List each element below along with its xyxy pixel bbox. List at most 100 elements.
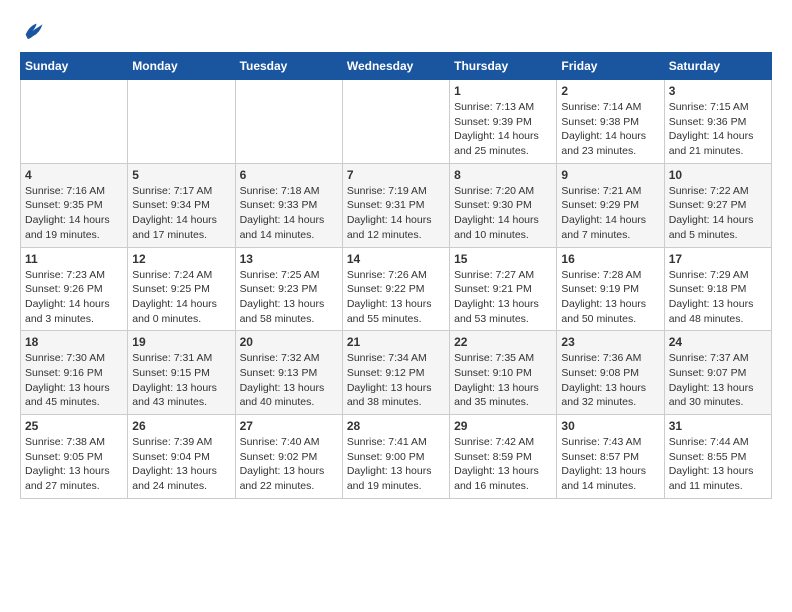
day-number: 26 — [132, 419, 230, 433]
day-number: 15 — [454, 252, 552, 266]
day-number: 23 — [561, 335, 659, 349]
calendar-cell: 1 Sunrise: 7:13 AMSunset: 9:39 PMDaylight… — [450, 80, 557, 164]
day-number: 31 — [669, 419, 767, 433]
week-row-3: 11 Sunrise: 7:23 AMSunset: 9:26 PMDayligh… — [21, 247, 772, 331]
day-number: 17 — [669, 252, 767, 266]
day-info: Sunrise: 7:31 AMSunset: 9:15 PMDaylight:… — [132, 351, 230, 410]
day-number: 10 — [669, 168, 767, 182]
column-header-saturday: Saturday — [664, 53, 771, 80]
day-info: Sunrise: 7:39 AMSunset: 9:04 PMDaylight:… — [132, 435, 230, 494]
column-header-tuesday: Tuesday — [235, 53, 342, 80]
day-info: Sunrise: 7:37 AMSunset: 9:07 PMDaylight:… — [669, 351, 767, 410]
logo — [20, 20, 44, 42]
calendar-cell: 22 Sunrise: 7:35 AMSunset: 9:10 PMDayligh… — [450, 331, 557, 415]
day-number: 11 — [25, 252, 123, 266]
day-info: Sunrise: 7:22 AMSunset: 9:27 PMDaylight:… — [669, 184, 767, 243]
day-number: 28 — [347, 419, 445, 433]
day-info: Sunrise: 7:15 AMSunset: 9:36 PMDaylight:… — [669, 100, 767, 159]
day-number: 24 — [669, 335, 767, 349]
day-number: 6 — [240, 168, 338, 182]
day-number: 2 — [561, 84, 659, 98]
day-info: Sunrise: 7:36 AMSunset: 9:08 PMDaylight:… — [561, 351, 659, 410]
calendar-cell: 13 Sunrise: 7:25 AMSunset: 9:23 PMDayligh… — [235, 247, 342, 331]
day-info: Sunrise: 7:34 AMSunset: 9:12 PMDaylight:… — [347, 351, 445, 410]
day-number: 29 — [454, 419, 552, 433]
day-info: Sunrise: 7:42 AMSunset: 8:59 PMDaylight:… — [454, 435, 552, 494]
day-number: 25 — [25, 419, 123, 433]
header — [20, 20, 772, 42]
day-info: Sunrise: 7:41 AMSunset: 9:00 PMDaylight:… — [347, 435, 445, 494]
week-row-2: 4Sunrise: 7:16 AMSunset: 9:35 PMDaylight… — [21, 163, 772, 247]
column-header-wednesday: Wednesday — [342, 53, 449, 80]
day-info: Sunrise: 7:18 AMSunset: 9:33 PMDaylight:… — [240, 184, 338, 243]
day-number: 1 — [454, 84, 552, 98]
column-header-monday: Monday — [128, 53, 235, 80]
calendar-cell: 26 Sunrise: 7:39 AMSunset: 9:04 PMDayligh… — [128, 415, 235, 499]
day-number: 13 — [240, 252, 338, 266]
calendar-cell: 10 Sunrise: 7:22 AMSunset: 9:27 PMDayligh… — [664, 163, 771, 247]
week-row-1: 1 Sunrise: 7:13 AMSunset: 9:39 PMDaylight… — [21, 80, 772, 164]
calendar-cell: 23 Sunrise: 7:36 AMSunset: 9:08 PMDayligh… — [557, 331, 664, 415]
day-number: 22 — [454, 335, 552, 349]
calendar-cell: 27Sunrise: 7:40 AMSunset: 9:02 PMDayligh… — [235, 415, 342, 499]
day-info: Sunrise: 7:43 AMSunset: 8:57 PMDaylight:… — [561, 435, 659, 494]
logo-bird-icon — [22, 20, 44, 42]
calendar-cell: 16 Sunrise: 7:28 AMSunset: 9:19 PMDayligh… — [557, 247, 664, 331]
day-info: Sunrise: 7:29 AMSunset: 9:18 PMDaylight:… — [669, 268, 767, 327]
calendar-cell: 30 Sunrise: 7:43 AMSunset: 8:57 PMDayligh… — [557, 415, 664, 499]
day-number: 14 — [347, 252, 445, 266]
calendar-cell: 18Sunrise: 7:30 AMSunset: 9:16 PMDayligh… — [21, 331, 128, 415]
column-header-friday: Friday — [557, 53, 664, 80]
day-info: Sunrise: 7:20 AMSunset: 9:30 PMDaylight:… — [454, 184, 552, 243]
week-row-4: 18Sunrise: 7:30 AMSunset: 9:16 PMDayligh… — [21, 331, 772, 415]
calendar-cell: 24 Sunrise: 7:37 AMSunset: 9:07 PMDayligh… — [664, 331, 771, 415]
calendar-cell: 14 Sunrise: 7:26 AMSunset: 9:22 PMDayligh… — [342, 247, 449, 331]
calendar-cell: 3 Sunrise: 7:15 AMSunset: 9:36 PMDaylight… — [664, 80, 771, 164]
calendar-cell: 20Sunrise: 7:32 AMSunset: 9:13 PMDayligh… — [235, 331, 342, 415]
day-info: Sunrise: 7:23 AMSunset: 9:26 PMDaylight:… — [25, 268, 123, 327]
calendar-cell: 2Sunrise: 7:14 AMSunset: 9:38 PMDaylight… — [557, 80, 664, 164]
calendar-cell — [21, 80, 128, 164]
column-header-thursday: Thursday — [450, 53, 557, 80]
calendar-header-row: SundayMondayTuesdayWednesdayThursdayFrid… — [21, 53, 772, 80]
calendar-cell: 12Sunrise: 7:24 AMSunset: 9:25 PMDayligh… — [128, 247, 235, 331]
calendar-cell: 19Sunrise: 7:31 AMSunset: 9:15 PMDayligh… — [128, 331, 235, 415]
day-info: Sunrise: 7:27 AMSunset: 9:21 PMDaylight:… — [454, 268, 552, 327]
week-row-5: 25 Sunrise: 7:38 AMSunset: 9:05 PMDayligh… — [21, 415, 772, 499]
day-number: 30 — [561, 419, 659, 433]
day-number: 9 — [561, 168, 659, 182]
calendar-cell: 9Sunrise: 7:21 AMSunset: 9:29 PMDaylight… — [557, 163, 664, 247]
day-number: 16 — [561, 252, 659, 266]
day-info: Sunrise: 7:25 AMSunset: 9:23 PMDaylight:… — [240, 268, 338, 327]
calendar-cell — [235, 80, 342, 164]
day-number: 3 — [669, 84, 767, 98]
logo-text — [20, 20, 44, 42]
calendar-cell: 17 Sunrise: 7:29 AMSunset: 9:18 PMDayligh… — [664, 247, 771, 331]
day-info: Sunrise: 7:38 AMSunset: 9:05 PMDaylight:… — [25, 435, 123, 494]
calendar-cell: 28 Sunrise: 7:41 AMSunset: 9:00 PMDayligh… — [342, 415, 449, 499]
column-header-sunday: Sunday — [21, 53, 128, 80]
day-info: Sunrise: 7:30 AMSunset: 9:16 PMDaylight:… — [25, 351, 123, 410]
day-info: Sunrise: 7:16 AMSunset: 9:35 PMDaylight:… — [25, 184, 123, 243]
calendar-cell: 4Sunrise: 7:16 AMSunset: 9:35 PMDaylight… — [21, 163, 128, 247]
day-number: 8 — [454, 168, 552, 182]
day-info: Sunrise: 7:44 AMSunset: 8:55 PMDaylight:… — [669, 435, 767, 494]
calendar-cell — [128, 80, 235, 164]
day-info: Sunrise: 7:17 AMSunset: 9:34 PMDaylight:… — [132, 184, 230, 243]
day-info: Sunrise: 7:28 AMSunset: 9:19 PMDaylight:… — [561, 268, 659, 327]
day-info: Sunrise: 7:13 AMSunset: 9:39 PMDaylight:… — [454, 100, 552, 159]
calendar-cell: 31 Sunrise: 7:44 AMSunset: 8:55 PMDayligh… — [664, 415, 771, 499]
day-info: Sunrise: 7:19 AMSunset: 9:31 PMDaylight:… — [347, 184, 445, 243]
day-info: Sunrise: 7:35 AMSunset: 9:10 PMDaylight:… — [454, 351, 552, 410]
day-number: 5 — [132, 168, 230, 182]
day-info: Sunrise: 7:26 AMSunset: 9:22 PMDaylight:… — [347, 268, 445, 327]
day-number: 7 — [347, 168, 445, 182]
calendar-cell — [342, 80, 449, 164]
day-info: Sunrise: 7:40 AMSunset: 9:02 PMDaylight:… — [240, 435, 338, 494]
day-info: Sunrise: 7:24 AMSunset: 9:25 PMDaylight:… — [132, 268, 230, 327]
calendar-cell: 15 Sunrise: 7:27 AMSunset: 9:21 PMDayligh… — [450, 247, 557, 331]
calendar: SundayMondayTuesdayWednesdayThursdayFrid… — [20, 52, 772, 499]
day-number: 20 — [240, 335, 338, 349]
calendar-cell: 25 Sunrise: 7:38 AMSunset: 9:05 PMDayligh… — [21, 415, 128, 499]
calendar-cell: 29 Sunrise: 7:42 AMSunset: 8:59 PMDayligh… — [450, 415, 557, 499]
